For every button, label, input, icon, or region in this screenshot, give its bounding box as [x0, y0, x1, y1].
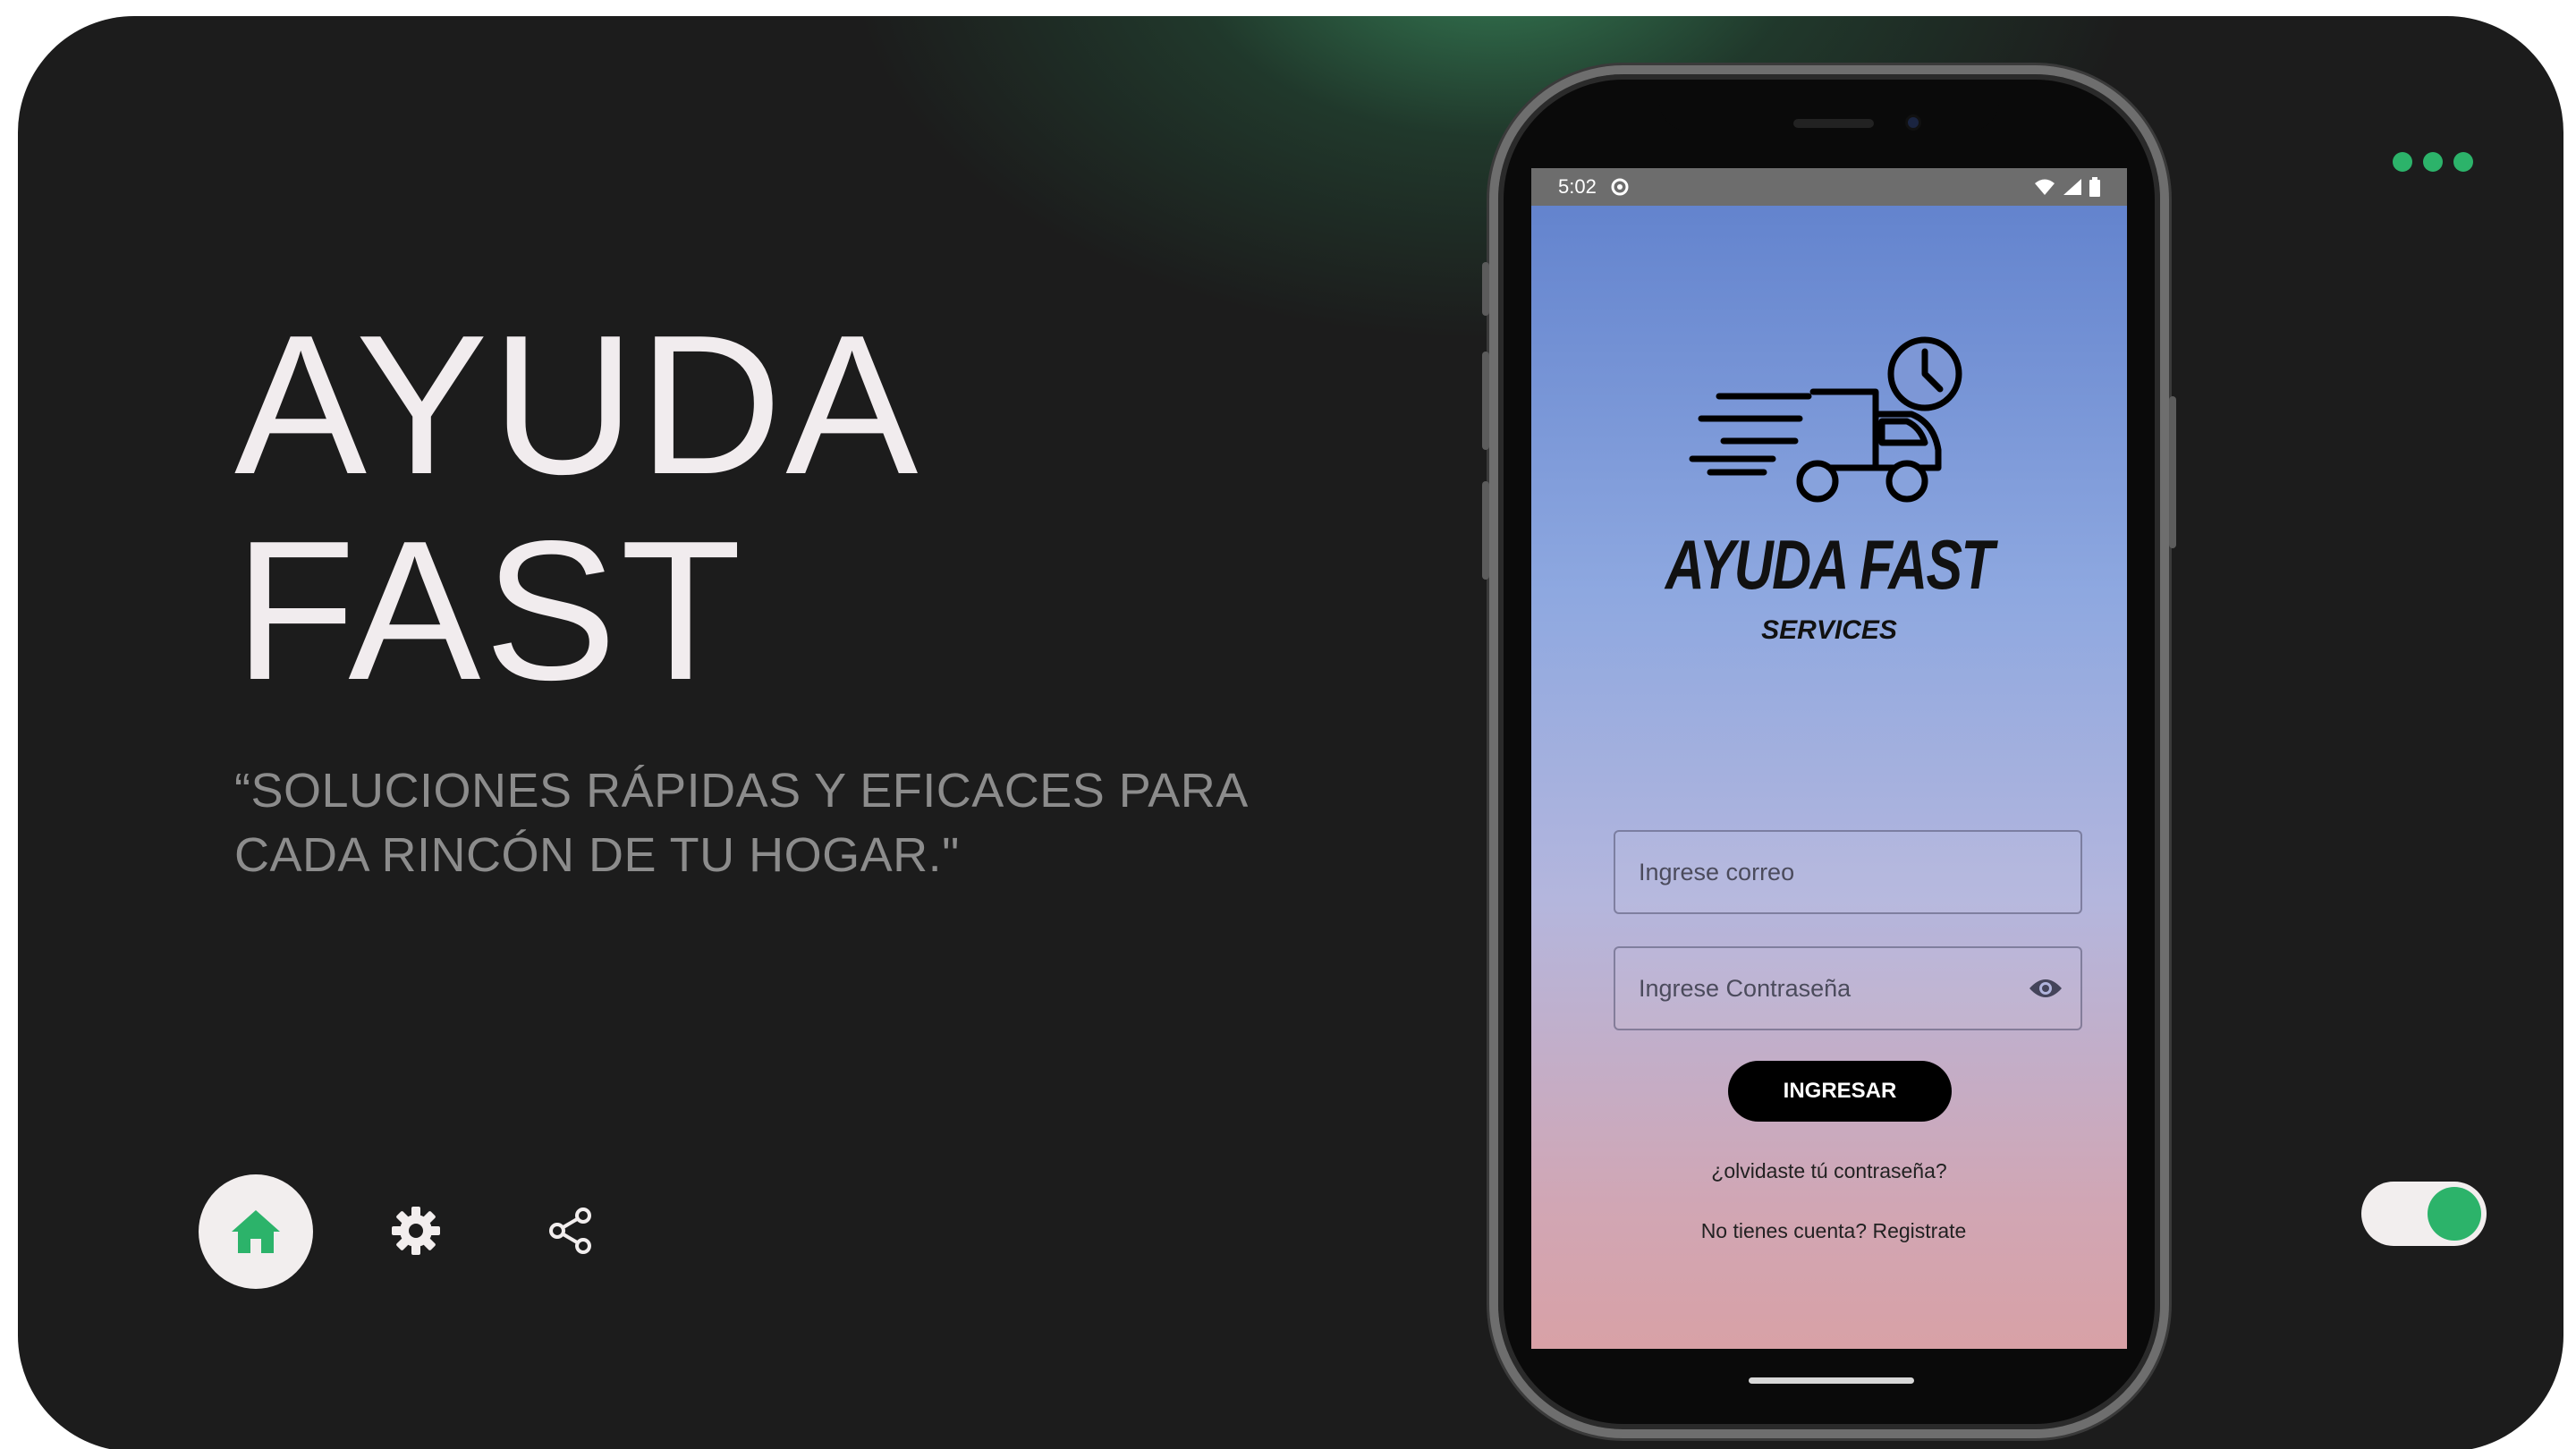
delivery-truck-clock-icon — [1689, 336, 1962, 503]
dot — [2453, 152, 2473, 172]
hero-tagline: “SOLUCIONES RÁPIDAS Y EFICACES PARA CADA… — [234, 758, 1308, 887]
home-button[interactable] — [199, 1174, 313, 1289]
password-field[interactable] — [1614, 946, 2082, 1030]
eye-icon[interactable] — [2029, 975, 2063, 1002]
share-icon — [549, 1208, 591, 1254]
phone-side-button — [1482, 262, 1489, 316]
status-bar: 5:02 — [1531, 168, 2127, 206]
share-button[interactable] — [535, 1195, 606, 1267]
hero-tagline-line2: CADA RINCÓN DE TU HOGAR." — [234, 828, 960, 882]
signal-icon — [2063, 179, 2081, 195]
phone-screen: 5:02 AYUDA FAST SERVICES Ingrese correo … — [1531, 168, 2127, 1349]
theme-toggle[interactable] — [2361, 1182, 2487, 1246]
settings-button[interactable] — [380, 1195, 452, 1267]
email-input[interactable] — [1615, 832, 2080, 912]
email-field[interactable] — [1614, 830, 2082, 914]
hero-tagline-line1: “SOLUCIONES RÁPIDAS Y EFICACES PARA — [234, 764, 1249, 818]
gear-icon — [392, 1207, 440, 1255]
notification-icon — [1611, 178, 1629, 196]
login-button[interactable]: INGRESAR — [1728, 1061, 1952, 1122]
phone-home-indicator — [1749, 1377, 1914, 1384]
password-input[interactable] — [1615, 948, 2080, 1029]
battery-icon — [2089, 177, 2100, 197]
hero-title-line2: FAST — [234, 500, 746, 722]
hero-title-line1: AYUDA — [234, 294, 922, 516]
app-brand-subtitle: SERVICES — [1761, 615, 1897, 645]
phone-volume-up-button — [1482, 352, 1489, 450]
phone-power-button — [2169, 396, 2176, 548]
home-icon — [232, 1210, 280, 1253]
wifi-icon — [2035, 179, 2055, 195]
phone-speaker — [1793, 119, 1874, 128]
register-link[interactable]: No tienes cuenta? Registrate — [1531, 1219, 2127, 1243]
app-brand-name: AYUDA FAST — [1665, 525, 1995, 604]
status-time: 5:02 — [1558, 175, 1597, 198]
phone-camera — [1905, 114, 1921, 131]
more-dots-icon[interactable] — [2393, 152, 2482, 179]
toggle-knob — [2428, 1187, 2481, 1241]
forgot-password-link[interactable]: ¿olvidaste tú contraseña? — [1531, 1159, 2127, 1183]
dot — [2393, 152, 2412, 172]
phone-mockup: 5:02 AYUDA FAST SERVICES Ingrese correo … — [1482, 65, 2176, 1438]
presentation-card: AYUDA FAST “SOLUCIONES RÁPIDAS Y EFICACE… — [18, 16, 2563, 1449]
hero-title: AYUDA FAST — [234, 302, 921, 714]
dot — [2423, 152, 2443, 172]
phone-volume-down-button — [1482, 481, 1489, 580]
